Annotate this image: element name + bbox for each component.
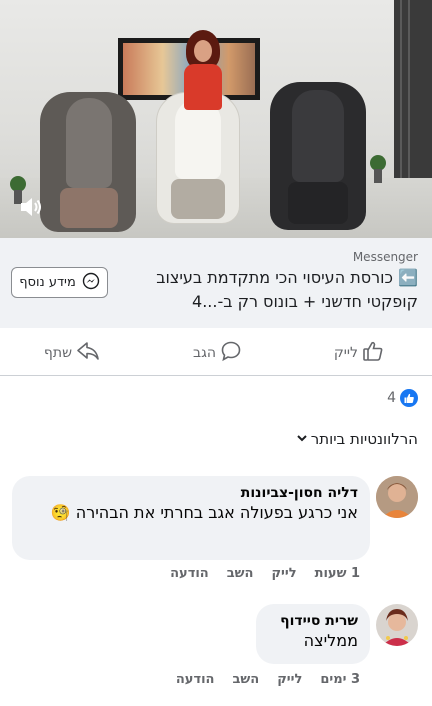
sort-label: הרלוונטיות ביותר	[310, 430, 418, 448]
comment-message[interactable]: הודעה	[170, 566, 209, 581]
avatar[interactable]	[376, 476, 418, 518]
comment-bubble: שרית סיידוף ממליצה	[256, 604, 370, 664]
comment-meta: 3 ימים לייק השב הודעה	[176, 672, 360, 687]
comment-message[interactable]: הודעה	[176, 672, 215, 687]
thumbs-up-icon	[362, 340, 384, 366]
avatar[interactable]	[376, 604, 418, 646]
plant-right	[370, 155, 386, 183]
comment-like[interactable]: לייק	[277, 672, 302, 687]
comment-text: אני כרגע בפעולה אגב בחרתי את הבהירה 🧐	[50, 503, 358, 522]
share-label: שתף	[43, 345, 72, 361]
massage-chair-right	[270, 82, 366, 230]
comment-button[interactable]: הגב	[193, 340, 242, 366]
presenter	[180, 30, 226, 110]
comment-reply[interactable]: השב	[233, 672, 260, 687]
comment-label: הגב	[192, 345, 216, 361]
comment-time[interactable]: 3 ימים	[320, 672, 360, 687]
share-icon	[76, 340, 100, 366]
comment-time[interactable]: 1 שעות	[315, 566, 360, 581]
comment-meta: 1 שעות לייק השב הודעה	[170, 566, 360, 581]
comment-author[interactable]: שרית סיידוף	[268, 613, 358, 629]
speaker-icon[interactable]	[18, 194, 44, 220]
more-info-label: מידע נוסף	[19, 275, 76, 290]
like-label: לייק	[333, 345, 358, 361]
chevron-down-icon	[296, 430, 308, 448]
massage-chair-left	[40, 92, 136, 232]
comment-author[interactable]: דליה חסון-צביונות	[24, 485, 358, 501]
reactions-count: 4	[387, 390, 396, 406]
comment-reply[interactable]: השב	[227, 566, 254, 581]
like-button[interactable]: לייק	[334, 340, 384, 366]
post-actions: לייק הגב שתף	[0, 330, 432, 376]
link-source: Messenger	[352, 250, 418, 264]
window-frame	[394, 0, 432, 200]
video-player[interactable]	[0, 0, 432, 238]
comment-text: ממליצה	[303, 631, 358, 650]
sort-dropdown[interactable]: הרלוונטיות ביותר	[296, 430, 418, 448]
share-button[interactable]: שתף	[44, 340, 100, 366]
link-title[interactable]: ⬅️ כורסת העיסוי הכי מתקדמת בעיצוב קופקטי…	[118, 266, 418, 314]
like-badge-icon	[400, 389, 418, 407]
more-info-button[interactable]: מידע נוסף	[11, 267, 108, 298]
reactions-summary[interactable]: 4	[387, 389, 418, 407]
comment-bubble: דליה חסון-צביונות אני כרגע בפעולה אגב בח…	[12, 476, 370, 560]
comment-like[interactable]: לייק	[271, 566, 296, 581]
comment-icon	[220, 340, 242, 366]
massage-chair-middle	[156, 92, 240, 224]
messenger-icon	[82, 272, 100, 294]
